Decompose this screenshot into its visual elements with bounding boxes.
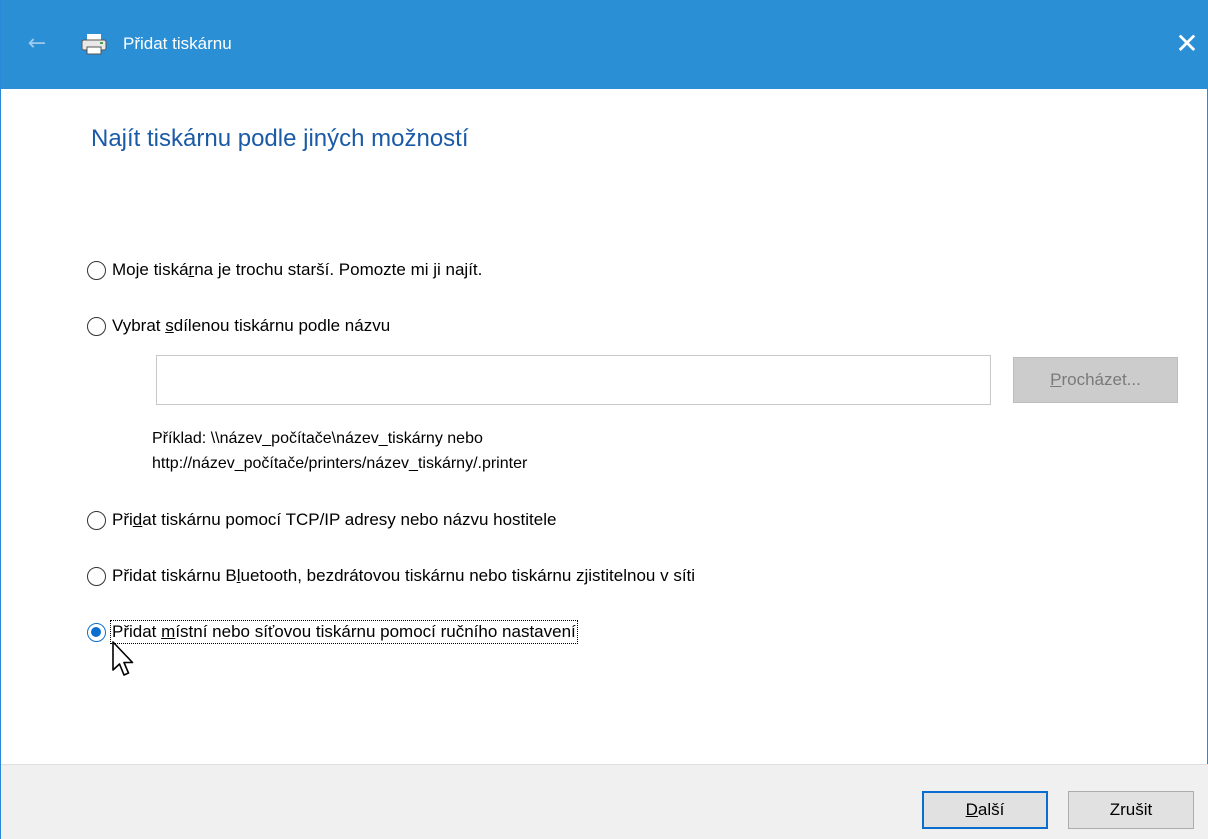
close-icon: ✕ (1175, 27, 1199, 60)
option-label: Přidat místní nebo síťovou tiskárnu pomo… (110, 620, 578, 644)
back-button[interactable]: ← (19, 26, 55, 62)
radio-older-printer[interactable] (87, 260, 106, 280)
example-line-1: Příklad: \\název_počítače\název_tiskárny… (152, 430, 483, 447)
option-older-printer[interactable]: Moje tiskárna je trochu starší. Pomozte … (87, 256, 482, 284)
printer-icon (81, 34, 107, 55)
page-title: Najít tiskárnu podle jiných možností (91, 125, 469, 152)
add-printer-dialog: ← Přidat tiskárnu ✕ Najít tiskárnu podle… (0, 0, 1208, 839)
option-tcpip-printer[interactable]: Přidat tiskárnu pomocí TCP/IP adresy neb… (87, 506, 556, 534)
dialog-footer: Další Zrušit (1, 764, 1208, 839)
option-local-manual-printer[interactable]: Přidat místní nebo síťovou tiskárnu pomo… (87, 618, 578, 646)
option-label: Přidat tiskárnu Bluetooth, bezdrátovou t… (112, 566, 696, 585)
shared-printer-name-input[interactable] (156, 355, 991, 405)
cancel-button[interactable]: Zrušit (1068, 791, 1194, 829)
radio-bluetooth-printer[interactable] (87, 566, 106, 586)
radio-tcpip-printer[interactable] (87, 510, 106, 530)
back-arrow-icon: ← (27, 31, 47, 56)
option-label: Moje tiskárna je trochu starší. Pomozte … (112, 260, 483, 279)
window-title: Přidat tiskárnu (123, 34, 232, 53)
option-label: Vybrat sdílenou tiskárnu podle názvu (112, 316, 391, 335)
option-label: Přidat tiskárnu pomocí TCP/IP adresy neb… (112, 510, 557, 529)
option-bluetooth-wireless-printer[interactable]: Přidat tiskárnu Bluetooth, bezdrátovou t… (87, 562, 695, 590)
mouse-cursor-icon (112, 641, 134, 676)
title-bar: ← Přidat tiskárnu ✕ (1, 0, 1208, 89)
next-button[interactable]: Další (922, 791, 1048, 829)
radio-shared-printer[interactable] (87, 316, 106, 336)
close-button[interactable]: ✕ (1167, 24, 1207, 64)
example-text: Příklad: \\název_počítače\název_tiskárny… (152, 426, 527, 476)
option-shared-printer-by-name[interactable]: Vybrat sdílenou tiskárnu podle názvu (87, 312, 390, 340)
browse-button[interactable]: Procházet... (1013, 357, 1178, 403)
radio-local-manual-printer[interactable] (87, 622, 106, 642)
example-line-2: http://název_počítače/printers/název_tis… (152, 455, 528, 472)
